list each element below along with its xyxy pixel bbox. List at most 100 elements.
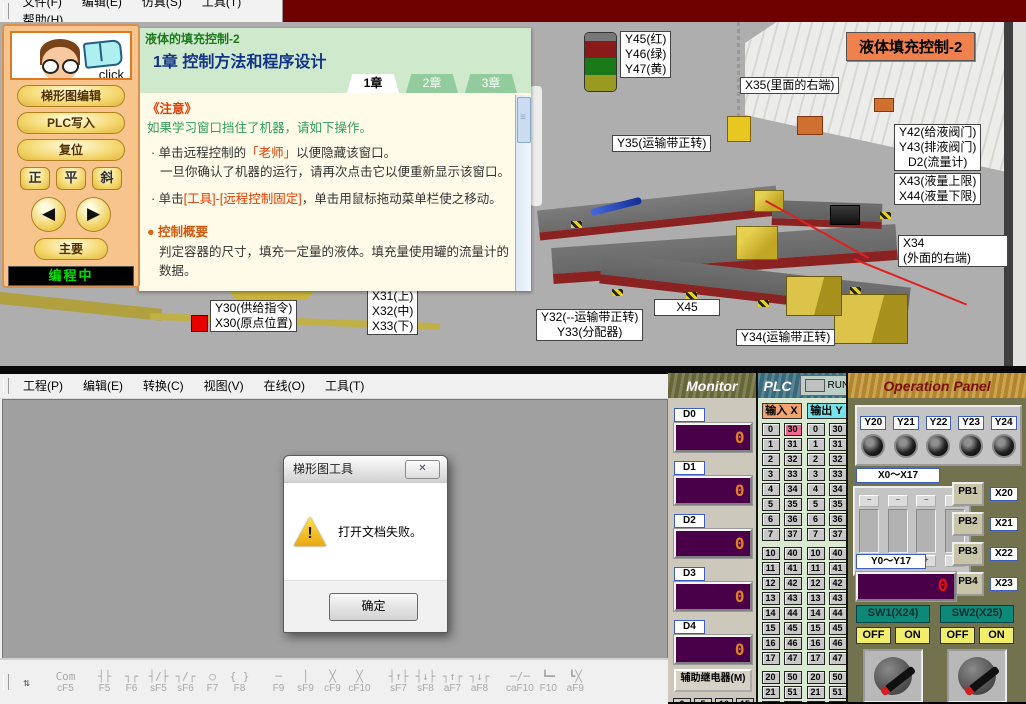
- plc-output-y10[interactable]: 10: [807, 547, 825, 560]
- plc-input-x42[interactable]: 42: [784, 577, 802, 590]
- toolbar-aF9-button[interactable]: ┗╳aF9: [563, 670, 588, 694]
- plc-output-y34[interactable]: 34: [829, 483, 847, 496]
- plc-input-x46[interactable]: 46: [784, 637, 802, 650]
- plc-output-y20[interactable]: 20: [807, 671, 825, 684]
- plc-output-y12[interactable]: 12: [807, 577, 825, 590]
- menu-item[interactable]: 编辑(E): [72, 0, 132, 9]
- relay-m5[interactable]: 5: [694, 698, 712, 702]
- menu-item[interactable]: 文件(F): [13, 0, 72, 9]
- plc-output-y21[interactable]: 21: [807, 686, 825, 699]
- plc-output-y2[interactable]: 2: [807, 453, 825, 466]
- plc-output-y40[interactable]: 40: [829, 547, 847, 560]
- plc-output-y6[interactable]: 6: [807, 513, 825, 526]
- toolbar-F8-button[interactable]: { }F8: [227, 670, 252, 694]
- plc-input-x20[interactable]: 20: [762, 671, 780, 684]
- chapter-tab-3[interactable]: 3章: [465, 74, 517, 93]
- digit-decrement-button[interactable]: −: [888, 495, 908, 507]
- plc-input-x34[interactable]: 34: [784, 483, 802, 496]
- plc-output-y42[interactable]: 42: [829, 577, 847, 590]
- pb1-button[interactable]: PB1: [952, 482, 984, 506]
- pb4-button[interactable]: PB4: [952, 572, 984, 596]
- plc-write-button[interactable]: PLC写入: [17, 112, 125, 134]
- relay-m10[interactable]: 10: [715, 698, 733, 702]
- plc-input-x7[interactable]: 7: [762, 528, 780, 541]
- plc-input-x12[interactable]: 12: [762, 577, 780, 590]
- lesson-scrollbar[interactable]: [515, 95, 531, 291]
- plc-output-y32[interactable]: 32: [829, 453, 847, 466]
- menubar-grip[interactable]: [3, 3, 9, 19]
- rotate-left-button[interactable]: ◀: [31, 197, 66, 232]
- aux-relay-button[interactable]: 辅助继电器(M): [674, 669, 752, 692]
- digit-decrement-button[interactable]: −: [859, 495, 879, 507]
- plc-output-y46[interactable]: 46: [829, 637, 847, 650]
- plc-output-y4[interactable]: 4: [807, 483, 825, 496]
- plc-input-x11[interactable]: 11: [762, 562, 780, 575]
- plc-input-x36[interactable]: 36: [784, 513, 802, 526]
- toolbar-F7-button[interactable]: ○F7: [200, 670, 225, 694]
- menu-item[interactable]: 在线(O): [254, 379, 315, 393]
- toolbar-aF7-button[interactable]: ┐↑┌aF7: [440, 670, 465, 694]
- plc-output-y51[interactable]: 51: [829, 686, 847, 699]
- plc-input-x47[interactable]: 47: [784, 652, 802, 665]
- plc-input-x50[interactable]: 50: [784, 671, 802, 684]
- plc-output-y16[interactable]: 16: [807, 637, 825, 650]
- plc-input-x44[interactable]: 44: [784, 607, 802, 620]
- menu-item[interactable]: 仿真(S): [132, 0, 192, 9]
- menu-item[interactable]: 工具(T): [315, 379, 374, 393]
- toolbar-aF8-button[interactable]: ┐↓┌aF8: [467, 670, 492, 694]
- toolbar-F9-button[interactable]: ─F9: [266, 670, 291, 694]
- plc-output-y44[interactable]: 44: [829, 607, 847, 620]
- switch-knob[interactable]: [958, 657, 996, 695]
- plc-input-x4[interactable]: 4: [762, 483, 780, 496]
- plc-output-y47[interactable]: 47: [829, 652, 847, 665]
- digit-decrement-button[interactable]: −: [916, 495, 936, 507]
- ok-button[interactable]: 确定: [329, 593, 418, 621]
- plc-output-y50[interactable]: 50: [829, 671, 847, 684]
- plc-input-x6[interactable]: 6: [762, 513, 780, 526]
- rotate-right-button[interactable]: ▶: [76, 197, 111, 232]
- menu-item[interactable]: 工程(P): [13, 379, 73, 393]
- plc-input-x30[interactable]: 30: [784, 423, 802, 436]
- plc-output-y1[interactable]: 1: [807, 438, 825, 451]
- toolbar-sF5-button[interactable]: ┤/├sF5: [146, 670, 171, 694]
- plc-output-y7[interactable]: 7: [807, 528, 825, 541]
- main-view-button[interactable]: 主要: [34, 238, 108, 260]
- plc-input-x43[interactable]: 43: [784, 592, 802, 605]
- plc-input-x17[interactable]: 17: [762, 652, 780, 665]
- pb2-button[interactable]: PB2: [952, 512, 984, 536]
- plc-output-y0[interactable]: 0: [807, 423, 825, 436]
- relay-m15[interactable]: 15: [736, 698, 754, 702]
- menu-item[interactable]: 视图(V): [194, 379, 254, 393]
- plc-input-x33[interactable]: 33: [784, 468, 802, 481]
- plc-input-x37[interactable]: 37: [784, 528, 802, 541]
- plc-input-x5[interactable]: 5: [762, 498, 780, 511]
- toolbar-caF10-button[interactable]: ─/─caF10: [506, 670, 534, 694]
- plc-input-x0[interactable]: 0: [762, 423, 780, 436]
- ladder-edit-button[interactable]: 梯形图编辑: [17, 85, 125, 107]
- plc-output-y36[interactable]: 36: [829, 513, 847, 526]
- pb3-button[interactable]: PB3: [952, 542, 984, 566]
- plc-input-x15[interactable]: 15: [762, 622, 780, 635]
- toolbar-cF9-button[interactable]: ╳cF9: [320, 670, 345, 694]
- switch-knob[interactable]: [874, 657, 912, 695]
- dialog-titlebar[interactable]: 梯形图工具 ✕: [284, 456, 447, 483]
- plc-output-y13[interactable]: 13: [807, 592, 825, 605]
- toolbar-grip[interactable]: [3, 674, 9, 690]
- plc-input-x21[interactable]: 21: [762, 686, 780, 699]
- menubar-grip[interactable]: [3, 378, 9, 394]
- plc-output-y15[interactable]: 15: [807, 622, 825, 635]
- plc-output-y30[interactable]: 30: [829, 423, 847, 436]
- plc-output-y3[interactable]: 3: [807, 468, 825, 481]
- plc-output-y43[interactable]: 43: [829, 592, 847, 605]
- chapter-tab-2[interactable]: 2章: [406, 74, 458, 93]
- close-icon[interactable]: ✕: [405, 460, 440, 479]
- plc-output-y37[interactable]: 37: [829, 528, 847, 541]
- plc-input-x13[interactable]: 13: [762, 592, 780, 605]
- toolbar-F6-button[interactable]: ┐┌F6: [119, 670, 144, 694]
- toolbar-sF6-button[interactable]: ┐/┌sF6: [173, 670, 198, 694]
- toolbar-cF10-button[interactable]: ╳cF10: [347, 670, 372, 694]
- plc-output-y14[interactable]: 14: [807, 607, 825, 620]
- plc-output-y5[interactable]: 5: [807, 498, 825, 511]
- plc-output-y17[interactable]: 17: [807, 652, 825, 665]
- plc-output-y45[interactable]: 45: [829, 622, 847, 635]
